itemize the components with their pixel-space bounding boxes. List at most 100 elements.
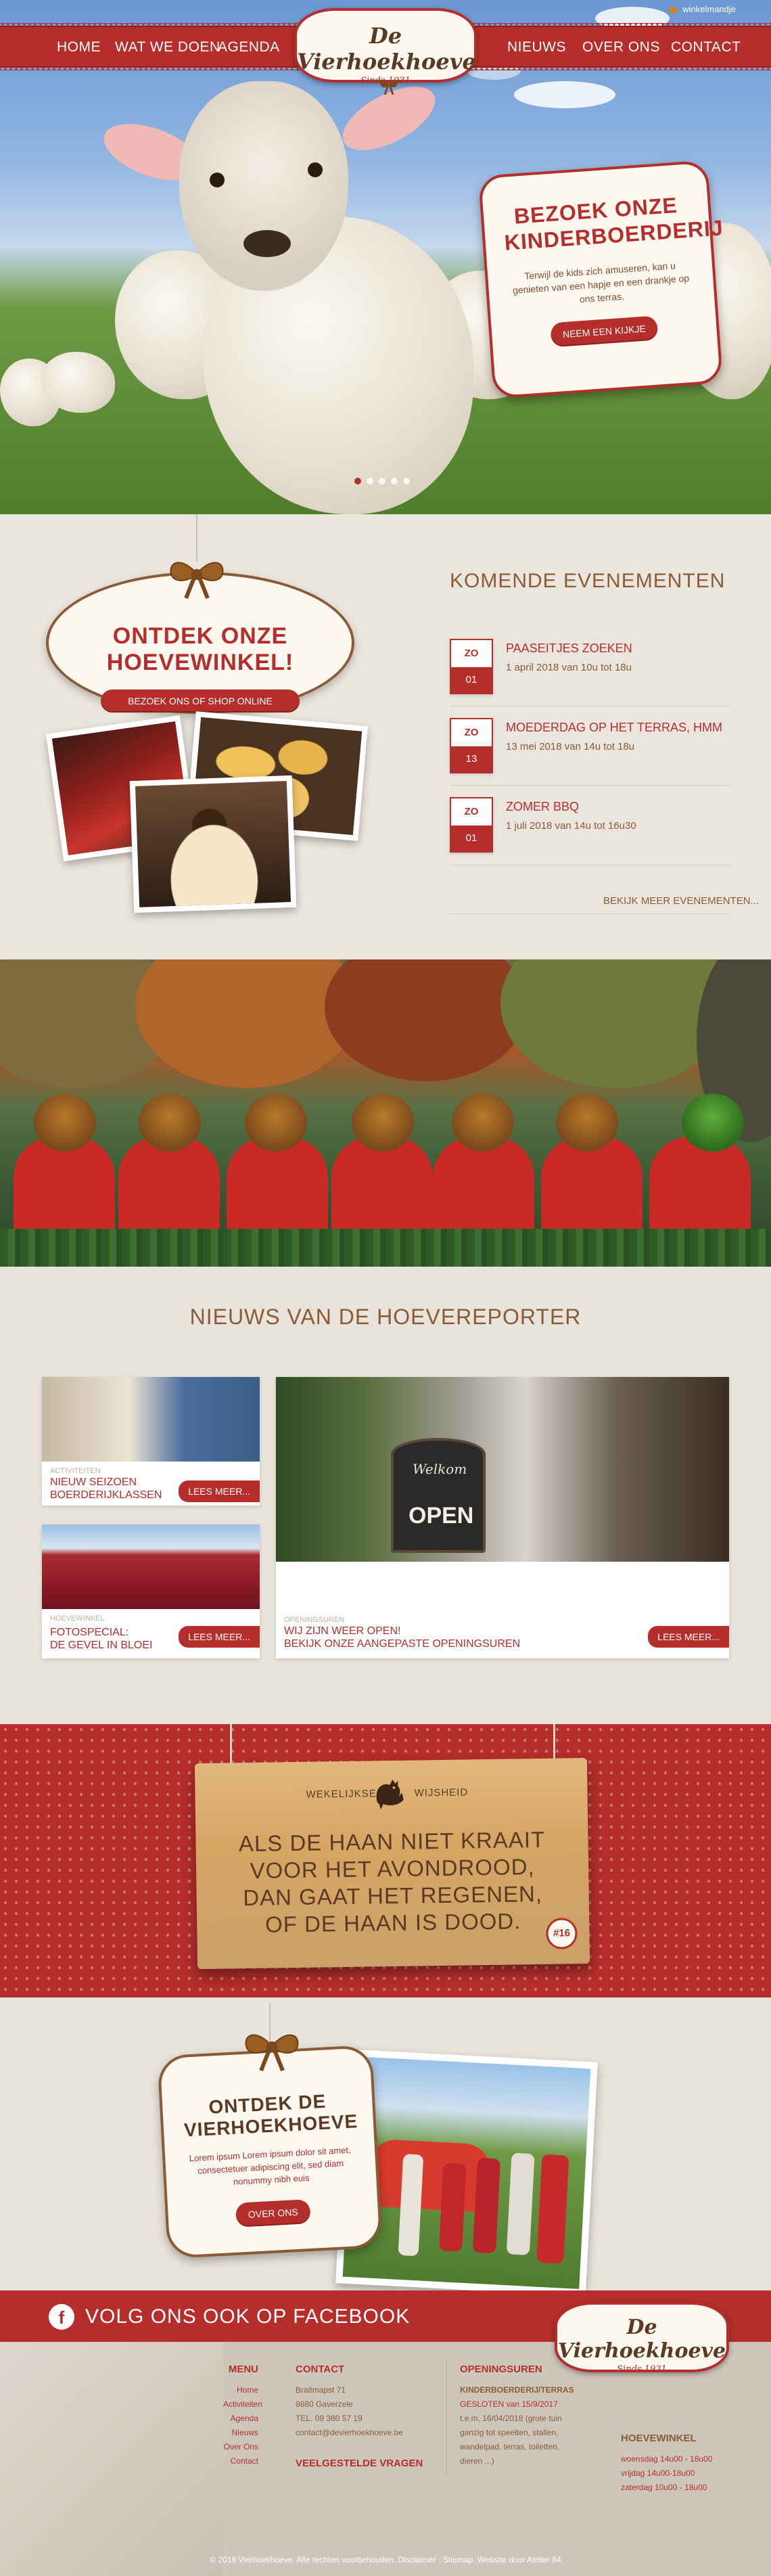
shop-hours-line: zaterdag 10u00 - 18u00 <box>621 2483 707 2492</box>
read-more-button[interactable]: LEES MEER... <box>179 1626 260 1648</box>
person-head <box>34 1093 96 1152</box>
slider-dot[interactable] <box>379 478 386 484</box>
event-date-number: 13 <box>451 746 492 772</box>
hours-subtitle: KINDERBOERDERIJ/TERRAS <box>460 2385 574 2395</box>
event-date-number: 01 <box>451 826 492 851</box>
footer-address: 9880 Gaverzele <box>296 2399 353 2409</box>
hours-line: ganzig tot speelten, stallen, <box>460 2428 559 2437</box>
site-logo[interactable]: De Vierhoekhoeve Sinds 1931 <box>294 8 477 95</box>
slider-dot[interactable] <box>354 478 361 484</box>
event-title[interactable]: ZOMER BBQ <box>506 800 579 814</box>
wisdom-number-badge: #16 <box>546 1918 578 1949</box>
read-more-button[interactable]: LEES MEER... <box>648 1626 729 1648</box>
slider-dot[interactable] <box>403 478 410 484</box>
footer-map <box>0 2342 223 2576</box>
footer-link[interactable]: Contact <box>223 2454 258 2468</box>
nav-wat-we-doen[interactable]: WAT WE DOEN <box>115 39 220 55</box>
hero-card-title: BEZOEK ONZE KINDERBOERDERIJ <box>502 191 724 256</box>
event-date: ZO 01 <box>450 797 493 853</box>
event-day: ZO <box>464 806 479 817</box>
footer-shop-hours: HOEVEWINKEL woensdag 14u00 - 18u00 vrijd… <box>621 2433 743 2495</box>
faq-link[interactable]: VEELGESTELDE VRAGEN <box>296 2458 431 2469</box>
event-title[interactable]: MOEDERDAG OP HET TERRAS, HMM <box>506 721 722 735</box>
lamb-eye <box>308 162 323 177</box>
news-title-line: BEKIJK ONZE AANGEPASTE OPENINGSUREN <box>284 1638 521 1650</box>
shop-title: ONTDEK ONZE HOEVEWINKEL! <box>106 623 294 675</box>
facebook-icon[interactable]: f <box>49 2304 74 2330</box>
person <box>649 1137 751 1231</box>
news-card[interactable]: ACTIVITEITEN NIEUW SEIZOEN BOERDERIJKLAS… <box>42 1377 260 1506</box>
person <box>472 2157 501 2254</box>
lamb-head <box>179 81 348 291</box>
event-item[interactable]: ZO 01 PAASEITJES ZOEKEN 1 april 2018 van… <box>450 639 734 697</box>
person-head <box>452 1093 514 1152</box>
footer-link[interactable]: Home <box>223 2383 258 2397</box>
divider <box>450 913 730 914</box>
footer-hours: OPENINGSUREN KINDERBOERDERIJ/TERRAS GESL… <box>460 2364 605 2468</box>
nav-home[interactable]: HOME <box>57 39 101 55</box>
quote-line: ALS DE HAAN NIET KRAAIT <box>238 1826 546 1857</box>
sign-text: Welkom <box>413 1461 467 1477</box>
neem-een-kijkje-button[interactable]: NEEM EEN KIJKJE <box>549 315 659 348</box>
news-card[interactable]: Welkom OPEN OPENINGSUREN WIJ ZIJN WEER O… <box>276 1377 729 1658</box>
news-title-line: WIJ ZIJN WEER OPEN! <box>284 1625 401 1637</box>
event-title[interactable]: PAASEITJES ZOEKEN <box>506 641 632 656</box>
slider-dots <box>354 478 410 484</box>
nav-over-ons[interactable]: OVER ONS <box>582 39 660 55</box>
event-item[interactable]: ZO 01 ZOMER BBQ 1 juli 2018 van 14u tot … <box>450 797 734 855</box>
copyright: © 2018 Vierhoekhoeve. Alle rechten voorb… <box>210 2555 561 2564</box>
footer-email[interactable]: contact@devierhoekhoeve.be <box>296 2426 431 2440</box>
facebook-text[interactable]: VOLG ONS OOK OP FACEBOOK <box>85 2305 410 2328</box>
footer-link[interactable]: Agenda <box>223 2412 258 2426</box>
event-date: ZO 13 <box>450 718 493 773</box>
more-events-link[interactable]: BEKIJK MEER EVENEMENTEN... <box>603 895 759 907</box>
hero-card-text: Terwijl de kids zich amuseren, kan u gen… <box>512 260 690 305</box>
wisdom-quote: ALS DE HAAN NIET KRAAIT VOOR HET AVONDRO… <box>195 1826 589 1939</box>
cloud <box>514 81 615 108</box>
footer-hours-title: OPENINGSUREN <box>460 2364 542 2375</box>
person <box>536 2154 569 2264</box>
slider-dot[interactable] <box>367 478 373 484</box>
events-title: KOMENDE EVENEMENTEN <box>450 570 726 592</box>
bow-icon <box>379 80 398 95</box>
event-day: ZO <box>464 648 479 659</box>
footer-link[interactable]: Over Ons <box>223 2440 258 2454</box>
footer-link[interactable]: Activiteiten <box>223 2397 262 2412</box>
event-subtitle: 1 april 2018 van 10u tot 18u <box>506 662 632 673</box>
event-item[interactable]: ZO 13 MOEDERDAG OP HET TERRAS, HMM 13 me… <box>450 718 734 776</box>
wisdom-label: WIJSHEID <box>414 1786 469 1799</box>
footer-link[interactable]: Nieuws <box>223 2426 258 2440</box>
footer-logo[interactable]: De Vierhoekhoeve Sinds 1931 <box>555 2302 729 2374</box>
photo-image <box>342 2056 591 2289</box>
footer-menu: MENU Home Activiteiten Agenda Nieuws Ove… <box>223 2364 262 2468</box>
slider-dot[interactable] <box>391 478 398 484</box>
shop-online-button[interactable]: BEZOEK ONS OF SHOP ONLINE <box>101 690 300 713</box>
page: BEZOEK ONZE KINDERBOERDERIJ Terwijl de k… <box>0 0 771 2576</box>
nav-contact[interactable]: CONTACT <box>671 39 741 55</box>
cart-label: winkelmandje <box>682 4 736 14</box>
news-image: Welkom OPEN <box>276 1377 729 1562</box>
logo-title: De Vierhoekhoeve <box>297 23 476 74</box>
nav-nieuws[interactable]: NIEUWS <box>507 39 566 55</box>
over-ons-button[interactable]: OVER ONS <box>235 2199 311 2228</box>
event-date: ZO 01 <box>450 639 493 694</box>
cart-link[interactable]: winkelmandje <box>668 4 736 14</box>
chalkboard-sign: Welkom OPEN <box>391 1438 486 1553</box>
news-title-line: FOTOSPECIAL: <box>50 1627 129 1638</box>
read-more-button[interactable]: LEES MEER... <box>179 1481 260 1502</box>
basket-icon <box>668 4 678 14</box>
event-day: ZO <box>464 727 479 738</box>
nav-agenda[interactable]: AGENDA <box>218 39 280 55</box>
footer-phone[interactable]: TEL. 09 380 57 19 <box>296 2412 431 2426</box>
news-title-line: DE GEVEL IN BLOEI <box>50 1640 153 1651</box>
news-title-line: NIEUW SEIZOEN <box>50 1476 137 1488</box>
person-head <box>139 1093 201 1152</box>
divider <box>446 2360 447 2475</box>
news-card[interactable]: HOEVEWINKEL FOTOSPECIAL: DE GEVEL IN BLO… <box>42 1524 260 1658</box>
footer-contact-title: CONTACT <box>296 2364 345 2375</box>
person-head <box>245 1093 307 1152</box>
tree <box>325 959 528 1081</box>
shop-hours-title: HOEVEWINKEL <box>621 2433 697 2444</box>
news-category: ACTIVITEITEN <box>50 1467 101 1475</box>
hours-line: wandelpad, terras, toiletten, <box>460 2442 560 2451</box>
